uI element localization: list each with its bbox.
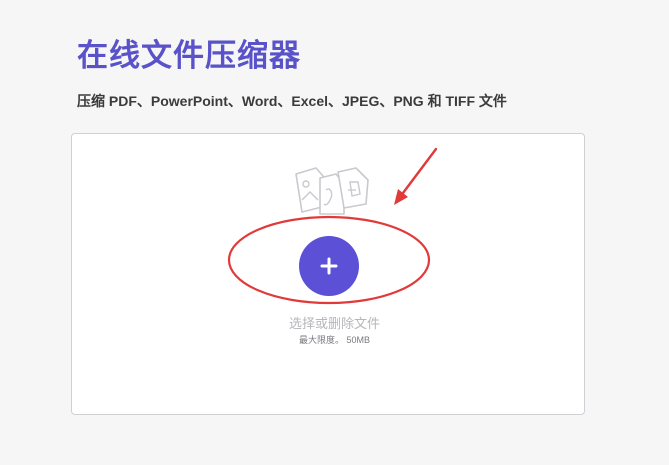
add-file-button[interactable] (299, 236, 359, 296)
dropzone-prompt: 选择或删除文件 (288, 316, 380, 331)
page-subtitle: 压缩 PDF、PowerPoint、Word、Excel、JPEG、PNG 和 … (77, 93, 507, 109)
file-size-limit: 最大限度。 50MB (298, 335, 370, 345)
file-types-icon (295, 167, 369, 215)
plus-icon (320, 257, 338, 275)
page-title: 在线文件压缩器 (77, 38, 301, 73)
annotation-arrow-icon (394, 147, 438, 205)
